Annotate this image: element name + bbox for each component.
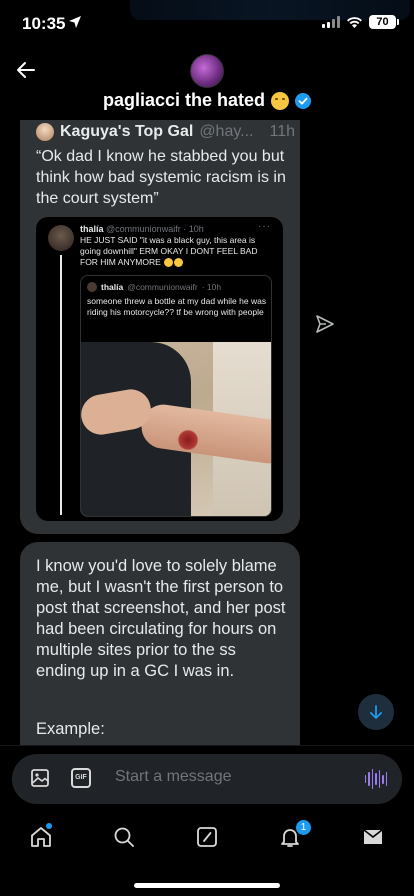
- thread-line: [60, 255, 62, 515]
- arrow-left-icon[interactable]: [14, 58, 38, 82]
- embedded-author-handle: @communionwaifr: [106, 224, 181, 234]
- quoted-post-text: “Ok dad I know he stabbed you but think …: [36, 148, 286, 207]
- embedded-author-name: thalía: [80, 224, 104, 234]
- voice-message-icon[interactable]: [365, 767, 387, 791]
- nested-quoted-post[interactable]: thalía @communionwaifr · 10h someone thr…: [80, 275, 272, 517]
- status-bar: 10:35 70: [0, 0, 414, 50]
- gif-icon[interactable]: GIF: [71, 768, 91, 788]
- quoted-author-handle: @hay...: [199, 123, 254, 140]
- post-photo[interactable]: [81, 342, 271, 516]
- quoted-author-name: Kaguya's Top Gal: [60, 123, 194, 140]
- avatar[interactable]: [190, 54, 224, 88]
- nested-author-handle: @communionwaifr: [127, 282, 198, 292]
- text-message[interactable]: I know you'd love to solely blame me, bu…: [20, 542, 300, 745]
- embedded-post-time: · 10h: [183, 224, 204, 234]
- status-time: 10:35: [22, 14, 66, 33]
- message-text-continued: Example:: [36, 720, 105, 738]
- photo-wound: [177, 430, 199, 450]
- wifi-icon: [347, 16, 362, 28]
- avatar: [48, 225, 74, 251]
- message-input[interactable]: Start a message: [115, 768, 232, 786]
- conversation-title: pagliacci the hated: [102, 90, 266, 110]
- share-send-icon[interactable]: [314, 313, 336, 335]
- location-arrow-icon: [69, 16, 81, 28]
- face-emoji-icon: [271, 91, 290, 110]
- battery-indicator: 70: [369, 15, 399, 29]
- home-unread-dot: [46, 823, 52, 829]
- message-text: I know you'd love to solely blame me, bu…: [36, 557, 286, 680]
- message-list[interactable]: Kaguya's Top Gal @hay... 11h “Ok dad I k…: [0, 120, 414, 745]
- avatar: [36, 123, 54, 141]
- home-indicator: [134, 883, 280, 888]
- compose-icon[interactable]: [195, 825, 219, 849]
- bottom-tab-bar: 1: [0, 811, 414, 896]
- arrow-down-icon: [370, 705, 382, 719]
- nested-post-text: someone threw a bottle at my dad while h…: [87, 296, 267, 317]
- scroll-to-bottom-button[interactable]: [358, 694, 394, 730]
- emoji-icon: [164, 258, 174, 268]
- search-icon[interactable]: [112, 825, 136, 849]
- cellular-signal-icon: [322, 16, 340, 28]
- embedded-post[interactable]: thalía @communionwaifr · 10h ··· HE JUST…: [36, 217, 283, 521]
- conversation-header: pagliacci the hated: [0, 50, 414, 120]
- nested-author-name: thalía: [101, 282, 124, 292]
- quoted-post-header: Kaguya's Top Gal @hay... 11h: [36, 123, 295, 141]
- emoji-icon: [174, 258, 184, 268]
- verified-badge-icon: [295, 92, 312, 109]
- notification-count-badge: 1: [296, 820, 311, 835]
- quoted-post-time: 11h: [269, 123, 296, 140]
- composer-bar: GIF Start a message: [0, 745, 414, 811]
- messages-icon[interactable]: [361, 825, 385, 849]
- embedded-post-header: thalía @communionwaifr · 10h: [80, 224, 204, 234]
- message-composer[interactable]: GIF Start a message: [12, 754, 402, 804]
- embedded-post-text-wrap: HE JUST SAID "it was a black guy, this a…: [80, 235, 270, 268]
- status-indicators: 70: [322, 15, 399, 29]
- nested-post-header: thalía @communionwaifr · 10h: [87, 282, 221, 292]
- avatar: [87, 282, 97, 292]
- image-icon[interactable]: [30, 768, 50, 788]
- shared-post-message[interactable]: Kaguya's Top Gal @hay... 11h “Ok dad I k…: [20, 120, 300, 534]
- more-options-icon[interactable]: ···: [258, 221, 271, 232]
- header-title-row[interactable]: pagliacci the hated: [0, 90, 414, 111]
- nested-post-time: · 10h: [201, 282, 222, 292]
